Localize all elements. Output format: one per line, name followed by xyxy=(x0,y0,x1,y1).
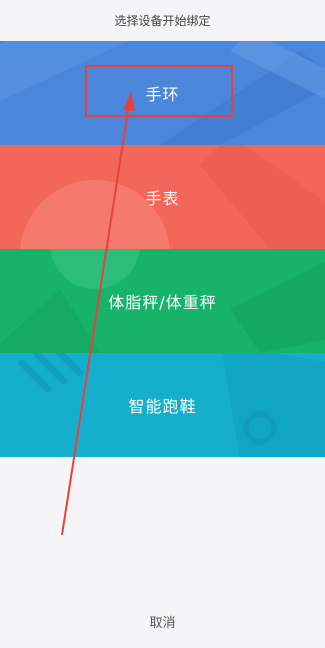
device-label-smart-shoes: 智能跑鞋 xyxy=(128,397,197,416)
device-label-watch: 手表 xyxy=(145,189,180,208)
device-option-scale[interactable]: 体脂秤/体重秤 xyxy=(0,249,325,353)
device-option-watch[interactable]: 手表 xyxy=(0,145,325,249)
device-binding-screen: 选择设备开始绑定 手环 手表 体脂秤/体重秤 智能跑鞋 取消 xyxy=(0,0,325,648)
device-option-smart-shoes[interactable]: 智能跑鞋 xyxy=(0,353,325,457)
device-label-scale: 体脂秤/体重秤 xyxy=(108,293,217,312)
cancel-button[interactable]: 取消 xyxy=(0,612,325,631)
annotation-highlight-box xyxy=(85,65,233,117)
page-title: 选择设备开始绑定 xyxy=(114,14,211,28)
